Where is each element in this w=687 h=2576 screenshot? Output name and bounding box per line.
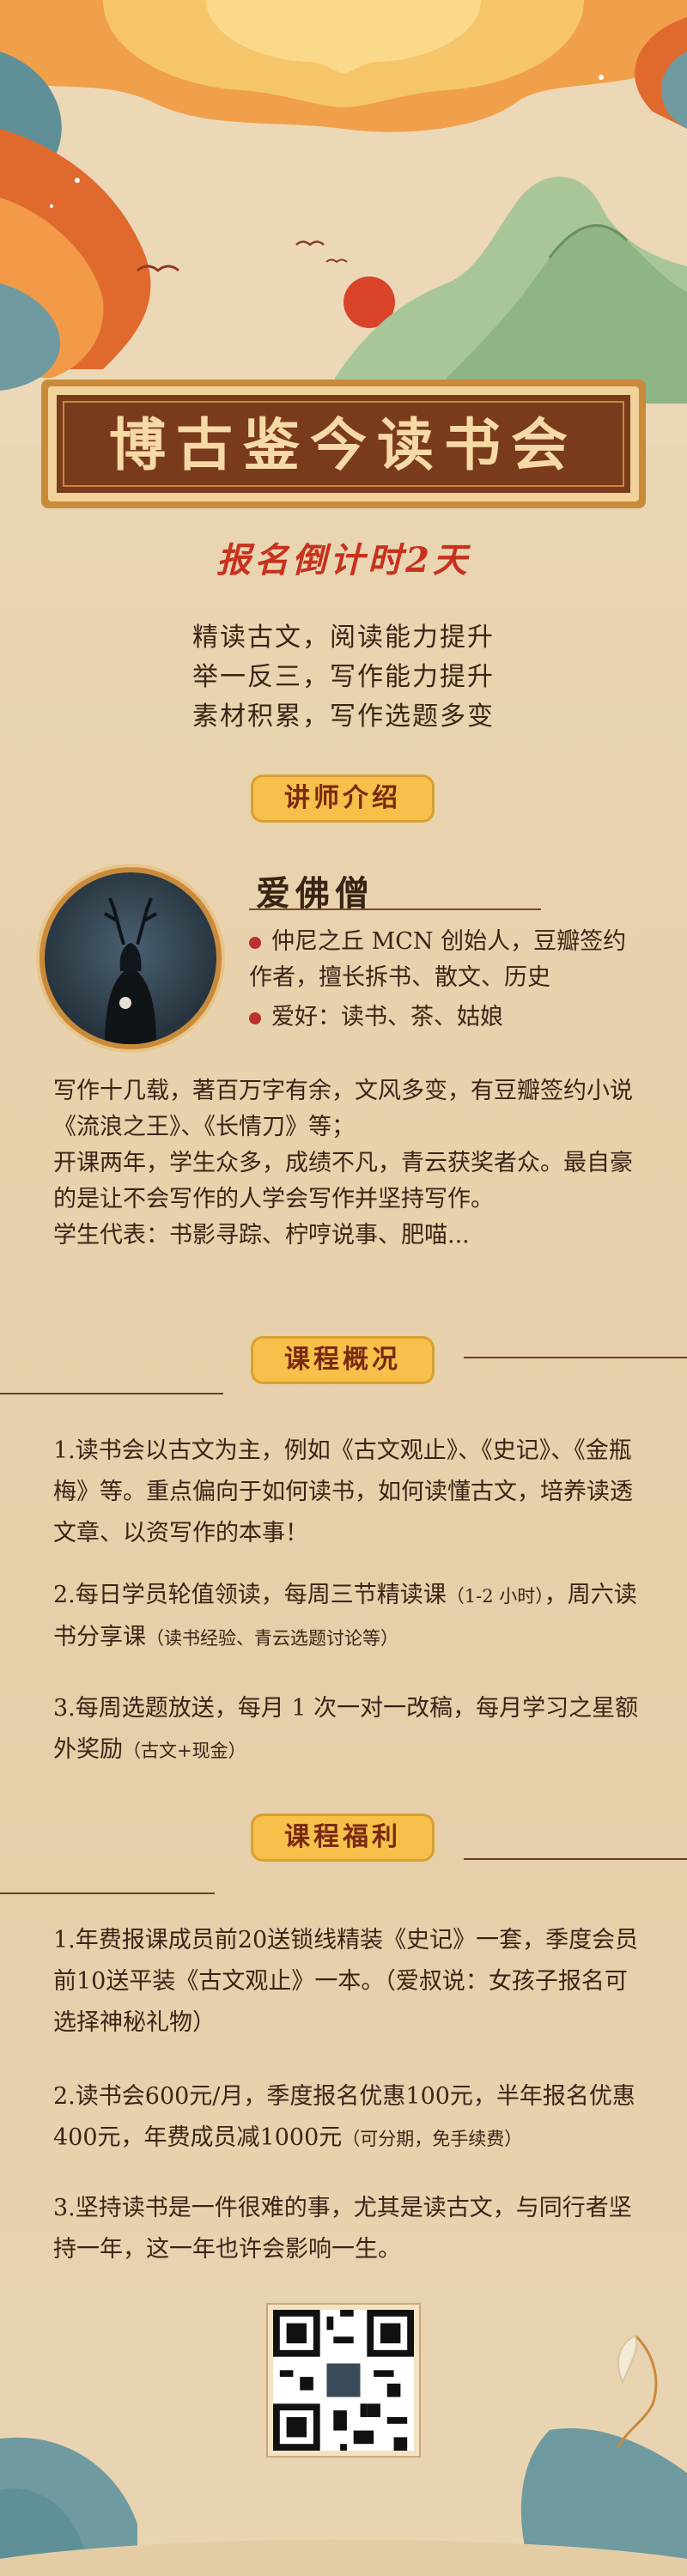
section-title-teacher: 讲师介绍 xyxy=(251,775,435,823)
benefit-item: 3.坚持读书是一件很难的事，尤其是读古文，与同行者坚持一年，这一年也许会影响一生… xyxy=(53,2195,632,2263)
slogan-item: 素材积累，写作选题多变 xyxy=(192,702,495,732)
page-title: 博古鉴今读书会 xyxy=(109,411,578,478)
qr-code-icon xyxy=(273,2310,414,2451)
poster-page: 博古鉴今读书会 报名倒计时2天 精读古文，阅读能力提升 举一反三，写作能力提升 … xyxy=(0,0,687,2576)
benefit-item: 1.年费报课成员前20送锁线精装《史记》一套，季度会员前10送平装《古文观止》一… xyxy=(53,1927,639,2036)
teacher-bio: 写作十几载，著百万字有余，文风多变，有豆瓣签约小说《流浪之王》、《长情刀》等； … xyxy=(53,1073,637,1254)
bullet-dot-icon xyxy=(249,936,261,949)
divider xyxy=(0,1393,223,1394)
divider xyxy=(0,1893,215,1894)
teacher-bullet: 爱好：读书、茶、姑娘 xyxy=(249,999,644,1036)
overview-item: 3.每周选题放送，每月 1 次一对一改稿，每月学习之星额外奖励（古文+现金） xyxy=(53,1695,639,1763)
teacher-bullet: 仲尼之丘 MCN 创始人，豆瓣签约作者，擅长拆书、散文、历史 xyxy=(249,928,627,991)
overview-item: 1.读书会以古文为主，例如《古文观止》、《史记》、《金瓶梅》等。重点偏向于如何读… xyxy=(53,1437,633,1546)
teacher-avatar xyxy=(45,872,216,1044)
slogan-item: 精读古文，阅读能力提升 xyxy=(192,623,495,653)
divider xyxy=(464,1357,687,1358)
section-title-overview: 课程概况 xyxy=(251,1336,435,1384)
slogan-item: 举一反三，写作能力提升 xyxy=(192,662,495,692)
bio-line: 学生代表：书影寻踪、柠哼说事、肥喵... xyxy=(53,1222,470,1249)
slogan-list: 精读古文，阅读能力提升 举一反三，写作能力提升 素材积累，写作选题多变 xyxy=(0,618,687,737)
countdown-text: 报名倒计时2天 xyxy=(216,540,471,580)
bio-line: 写作十几载，著百万字有余，文风多变，有豆瓣签约小说《流浪之王》、《长情刀》等； xyxy=(53,1078,633,1140)
bio-line: 开课两年，学生众多，成绩不凡，青云获奖者众。最自豪的是让不会写作的人学会写作并坚… xyxy=(53,1150,633,1212)
bullet-dot-icon xyxy=(249,1012,261,1024)
divider xyxy=(464,1858,687,1860)
section-title-benefits: 课程福利 xyxy=(251,1814,435,1862)
benefit-item: 2.读书会600元/月，季度报名优惠100元，半年报名优惠400元，年费成员减1… xyxy=(53,2083,635,2151)
qr-code[interactable] xyxy=(273,2310,414,2451)
deer-icon xyxy=(104,897,157,1044)
overview-item: 2.每日学员轮值领读，每周三节精读课（1-2 小时），周六读书分享课（读书经验、… xyxy=(53,1582,637,1650)
divider xyxy=(249,908,541,910)
